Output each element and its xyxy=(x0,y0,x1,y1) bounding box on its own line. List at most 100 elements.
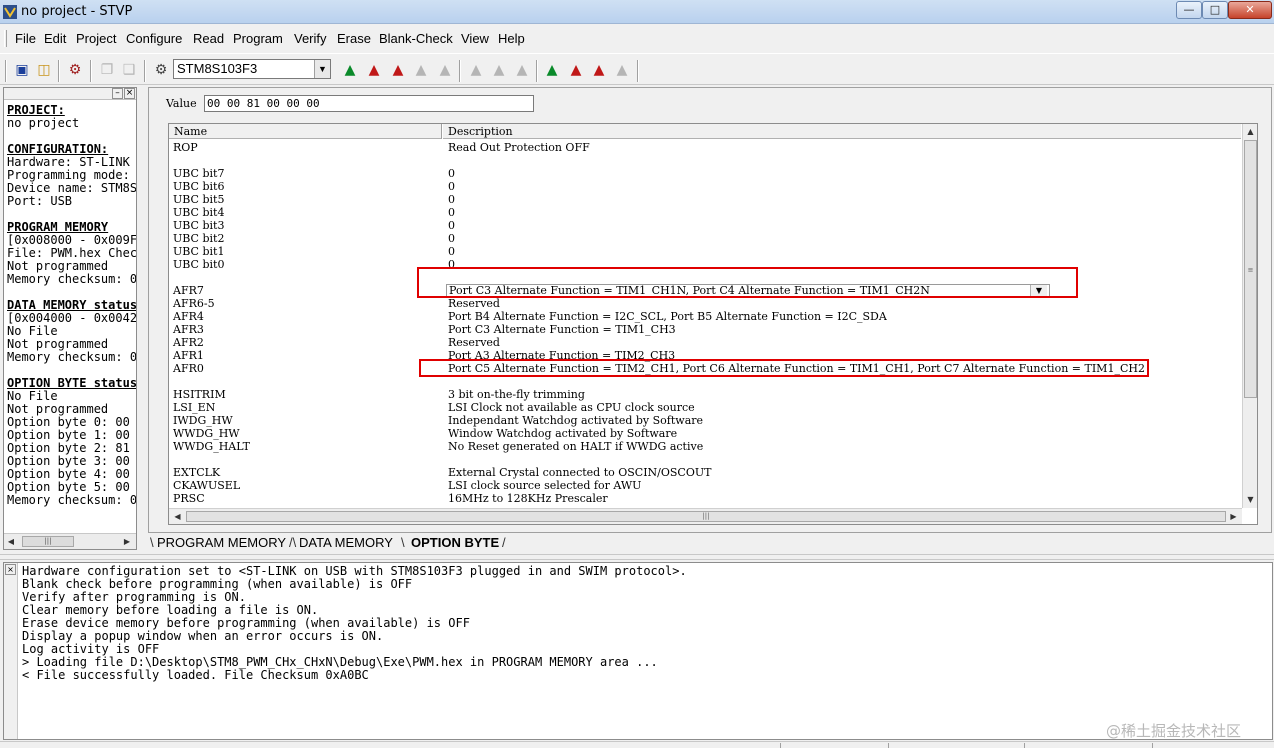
option-row[interactable]: UBC bit5 0 xyxy=(169,193,1241,206)
program-current-tab-icon[interactable]: ▲ xyxy=(365,61,383,79)
info-line: Memory checksum: 0x0000 xyxy=(7,350,137,364)
option-description: LSI Clock not available as CPU clock sou… xyxy=(448,401,695,414)
tab-program-memory[interactable]: PROGRAM MEMORY xyxy=(151,535,292,551)
option-row[interactable]: UBC bit4 0 xyxy=(169,206,1241,219)
erase-option-icon[interactable]: ▲ xyxy=(613,61,631,79)
verify-all-tabs-icon[interactable]: ▲ xyxy=(513,61,531,79)
program-option-icon[interactable]: ▲ xyxy=(567,61,585,79)
option-description: 0 xyxy=(448,180,455,193)
menu-help[interactable]: Help xyxy=(498,31,525,46)
window-title: no project - STVP xyxy=(21,4,133,19)
menu-erase[interactable]: Erase xyxy=(337,31,371,46)
option-description: External Crystal connected to OSCIN/OSCO… xyxy=(448,466,712,479)
value-field[interactable]: 00 00 81 00 00 00 xyxy=(204,95,534,112)
verify-option-icon[interactable]: ▲ xyxy=(590,61,608,79)
option-row[interactable]: LSI_EN LSI Clock not available as CPU clo… xyxy=(169,401,1241,414)
option-row[interactable]: UBC bit3 0 xyxy=(169,219,1241,232)
log-pin-icon[interactable]: × xyxy=(5,564,16,575)
maximize-button[interactable]: □ xyxy=(1202,1,1228,19)
paste-icon[interactable]: ❑ xyxy=(120,61,138,79)
menu-read[interactable]: Read xyxy=(193,31,224,46)
column-splitter[interactable] xyxy=(441,124,443,139)
grid-vertical-scrollbar[interactable]: ▲ ≡ ▼ xyxy=(1242,124,1257,508)
option-row[interactable]: WWDG_HW Window Watchdog activated by Soft… xyxy=(169,427,1241,440)
option-row[interactable]: UBC bit6 0 xyxy=(169,180,1241,193)
pin-icon[interactable]: – xyxy=(112,88,123,99)
pane-header: – × xyxy=(4,88,136,100)
info-line: Memory checksum: 0x0000 xyxy=(7,493,137,507)
option-row[interactable]: AFR6-5 Reserved xyxy=(169,297,1241,310)
grid-horizontal-scrollbar[interactable]: ◀ ||| ▶ xyxy=(169,508,1242,524)
option-row[interactable]: UBC bit2 0 xyxy=(169,232,1241,245)
save-icon[interactable]: ▣ xyxy=(13,61,31,79)
verify-current-tab-icon[interactable]: ▲ xyxy=(389,61,407,79)
blank-check-current-tab-icon[interactable]: ▲ xyxy=(436,61,454,79)
option-row[interactable]: EXTCLK External Crystal connected to OSCI… xyxy=(169,466,1241,479)
log-line: < File successfully loaded. File Checksu… xyxy=(22,668,369,682)
option-row[interactable]: IWDG_HW Independant Watchdog activated by… xyxy=(169,414,1241,427)
option-row[interactable] xyxy=(169,154,1241,167)
read-current-tab-icon[interactable]: ▲ xyxy=(341,61,359,79)
open-folder-icon[interactable]: ◫ xyxy=(35,61,53,79)
chevron-down-icon[interactable]: ▼ xyxy=(314,60,330,78)
pane-close-icon[interactable]: × xyxy=(124,88,135,99)
scroll-thumb[interactable]: ≡ xyxy=(1244,140,1257,398)
column-header-description[interactable]: Description xyxy=(448,125,513,138)
option-name: HSITRIM xyxy=(173,388,226,401)
option-row[interactable]: CKAWUSEL LSI clock source selected for AW… xyxy=(169,479,1241,492)
memory-tab-bar: \ PROGRAM MEMORY /\ DATA MEMORY \ OPTION… xyxy=(148,534,1272,552)
scroll-right-icon[interactable]: ▶ xyxy=(121,535,133,548)
scroll-up-icon[interactable]: ▲ xyxy=(1243,125,1257,139)
option-row[interactable]: ROP Read Out Protection OFF xyxy=(169,141,1241,154)
option-description: Port B4 Alternate Function = I2C_SCL, Po… xyxy=(448,310,887,323)
scroll-down-icon[interactable]: ▼ xyxy=(1243,493,1257,507)
info-line: Port: USB xyxy=(7,194,73,208)
menu-verify[interactable]: Verify xyxy=(294,31,327,46)
menu-view[interactable]: View xyxy=(461,31,489,46)
copy-icon[interactable]: ❐ xyxy=(98,61,116,79)
device-select-icon: ⚙ xyxy=(154,62,168,78)
read-option-icon[interactable]: ▲ xyxy=(543,61,561,79)
watermark: @稀土掘金技术社区 xyxy=(1106,722,1242,740)
scroll-left-icon[interactable]: ◀ xyxy=(5,535,17,548)
scroll-left-icon[interactable]: ◀ xyxy=(170,509,185,524)
option-row[interactable]: UBC bit7 0 xyxy=(169,167,1241,180)
option-name: UBC bit3 xyxy=(173,219,225,232)
chip-settings-icon[interactable]: ⚙ xyxy=(66,61,84,79)
device-select[interactable]: STM8S103F3 ▼ xyxy=(173,59,331,79)
option-row[interactable]: AFR2 Reserved xyxy=(169,336,1241,349)
menu-blank-check[interactable]: Blank-Check xyxy=(379,31,453,46)
pane-splitter[interactable] xyxy=(0,554,1274,560)
tab-data-memory[interactable]: DATA MEMORY xyxy=(293,535,399,551)
menu-file[interactable]: File xyxy=(15,31,36,46)
read-all-tabs-icon[interactable]: ▲ xyxy=(467,61,485,79)
option-name: AFR4 xyxy=(173,310,204,323)
option-row[interactable]: AFR3 Port C3 Alternate Function = TIM1_CH… xyxy=(169,323,1241,336)
menu-program[interactable]: Program xyxy=(233,31,283,46)
erase-current-tab-icon[interactable]: ▲ xyxy=(412,61,430,79)
menu-edit[interactable]: Edit xyxy=(44,31,66,46)
option-row[interactable]: UBC bit1 0 xyxy=(169,245,1241,258)
scroll-right-icon[interactable]: ▶ xyxy=(1226,509,1241,524)
toolbar-grip xyxy=(5,60,7,82)
left-horizontal-scrollbar[interactable]: ◀ ||| ▶ xyxy=(4,533,136,549)
toolbar-separator xyxy=(90,60,92,82)
menu-configure[interactable]: Configure xyxy=(126,31,182,46)
title-bar[interactable]: no project - STVP — □ ✕ xyxy=(0,0,1274,24)
option-row[interactable] xyxy=(169,453,1241,466)
scroll-thumb[interactable]: ||| xyxy=(22,536,74,547)
option-row[interactable]: HSITRIM 3 bit on-the-fly trimming xyxy=(169,388,1241,401)
program-all-tabs-icon[interactable]: ▲ xyxy=(490,61,508,79)
option-row[interactable]: PRSC 16MHz to 128KHz Prescaler xyxy=(169,492,1241,505)
option-row[interactable]: AFR4 Port B4 Alternate Function = I2C_SCL… xyxy=(169,310,1241,323)
close-button[interactable]: ✕ xyxy=(1228,1,1272,19)
column-header-name[interactable]: Name xyxy=(174,125,207,138)
option-row[interactable]: WWDG_HALT No Reset generated on HALT if W… xyxy=(169,440,1241,453)
scroll-thumb[interactable]: ||| xyxy=(186,511,1226,522)
status-panel xyxy=(1152,743,1153,748)
option-description: Window Watchdog activated by Software xyxy=(448,427,678,440)
menu-project[interactable]: Project xyxy=(76,31,116,46)
toolbar: ▣ ◫ ⚙ ❐ ❑ ⚙ STM8S103F3 ▼ ▲ ▲ ▲ ▲ ▲ ▲ ▲ ▲… xyxy=(0,53,1274,85)
minimize-button[interactable]: — xyxy=(1176,1,1202,19)
tab-option-byte[interactable]: OPTION BYTE xyxy=(405,535,505,551)
